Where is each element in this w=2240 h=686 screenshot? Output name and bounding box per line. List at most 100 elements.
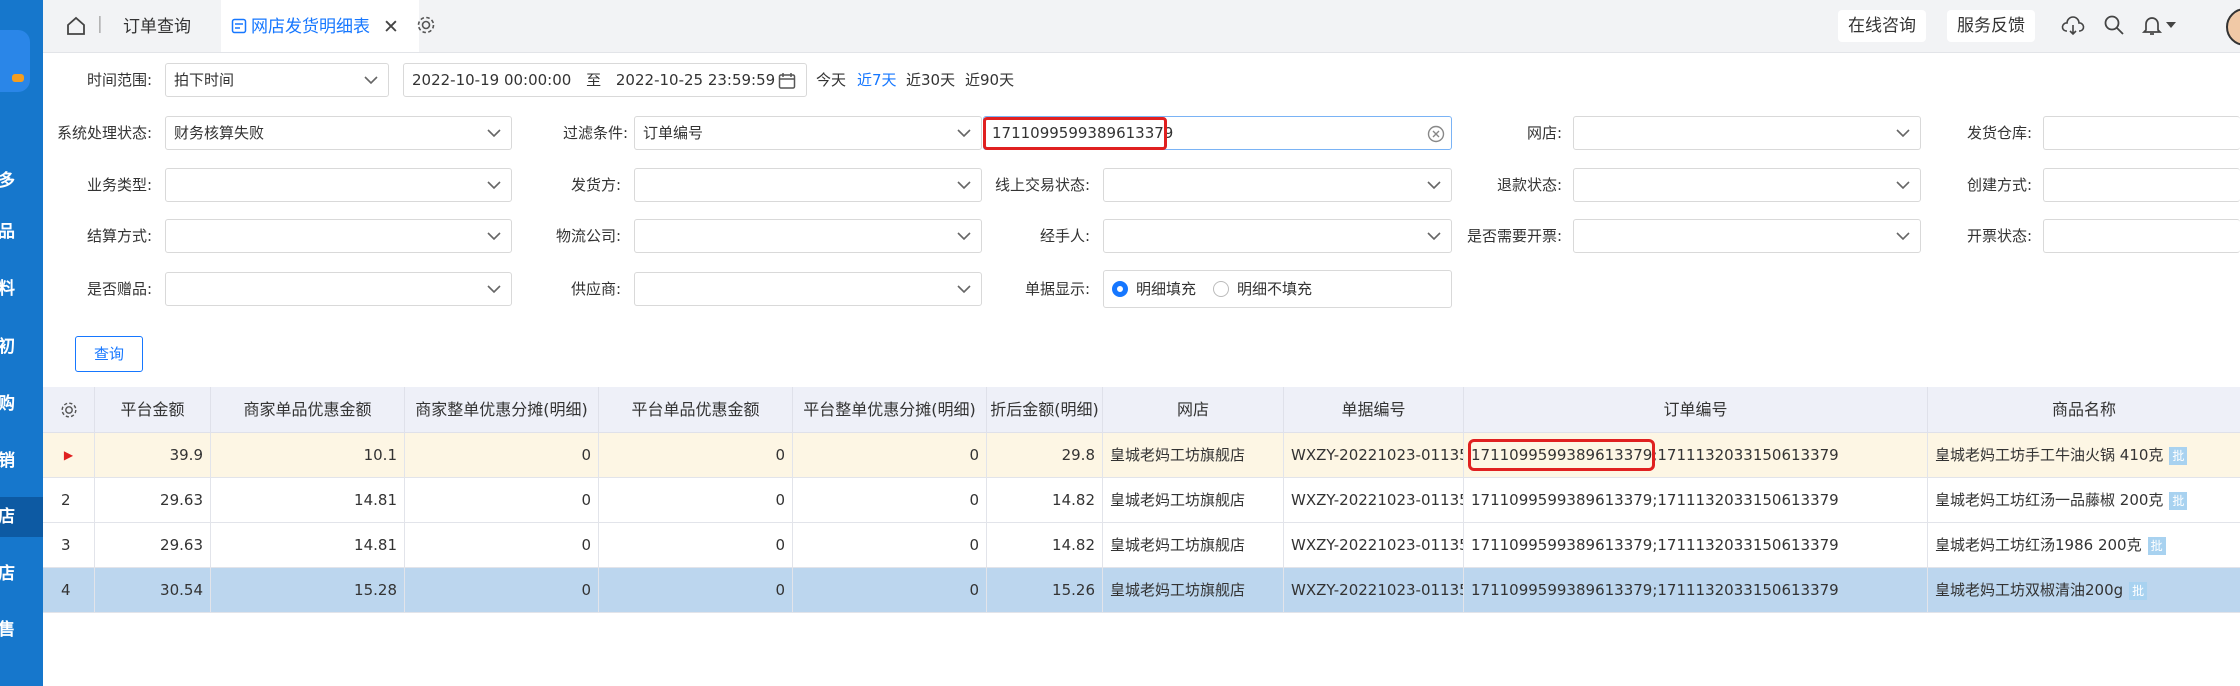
need-invoice-label: 是否需要开票:: [1466, 227, 1562, 245]
chevron-down-icon: [957, 232, 971, 241]
condition-label: 过滤条件:: [562, 124, 628, 142]
column-header[interactable]: 商品名称: [1928, 387, 2240, 433]
chevron-down-icon: [1896, 181, 1910, 190]
table-row[interactable]: 3 29.63 14.81 0 0 0 14.82 皇城老妈工坊旗舰店 WXZY-2022102…: [43, 523, 2240, 568]
column-header[interactable]: 平台金额: [95, 387, 211, 433]
radio-detail-fill-label: 明细填充: [1136, 280, 1197, 298]
clear-icon[interactable]: [1427, 125, 1445, 143]
column-header[interactable]: 单据编号: [1284, 387, 1464, 433]
radio-detail-nofill-label: 明细不填充: [1237, 280, 1313, 298]
online-status-select[interactable]: [1103, 168, 1452, 202]
row-index: 2: [43, 478, 95, 522]
warehouse-select[interactable]: [2043, 116, 2240, 150]
table-cell: WXZY-20221023-01135: [1284, 433, 1464, 477]
quick-7days[interactable]: 近7天: [857, 63, 897, 97]
column-header[interactable]: 折后金额(明细): [987, 387, 1103, 433]
sidebar-item-3[interactable]: 初: [0, 327, 43, 367]
sidebar-item-4[interactable]: 购: [0, 384, 43, 424]
table-cell: WXZY-20221023-01135: [1284, 523, 1464, 567]
sidebar-item-5[interactable]: 销: [0, 441, 43, 481]
bell-icon[interactable]: [2141, 14, 2163, 36]
handler-select[interactable]: [1103, 219, 1452, 253]
product-name: 皇城老妈工坊手工牛油火锅 410克: [1935, 446, 2164, 464]
quick-today[interactable]: 今天: [816, 63, 846, 97]
radio-detail-nofill[interactable]: [1213, 281, 1229, 297]
condition-select[interactable]: 订单编号: [634, 116, 982, 150]
table-cell: 29.63: [95, 478, 211, 522]
product-name-cell: 皇城老妈工坊手工牛油火锅 410克批: [1928, 433, 2240, 477]
table-cell: 10.1: [211, 433, 405, 477]
table-cell: 30.54: [95, 568, 211, 612]
shipper-select[interactable]: [634, 168, 982, 202]
batch-badge[interactable]: 批: [2169, 446, 2188, 465]
chevron-down-icon[interactable]: [2165, 20, 2177, 30]
display-radio-group: 明细填充 明细不填充: [1103, 270, 1452, 308]
is-gift-select[interactable]: [165, 272, 512, 306]
sidebar-item-7[interactable]: 店: [0, 554, 43, 594]
close-icon[interactable]: ✕: [383, 0, 399, 54]
table-row[interactable]: ▶ 39.9 10.1 0 0 0 29.8 皇城老妈工坊旗舰店 WXZY-20221023-0…: [43, 433, 2240, 478]
status-select[interactable]: 财务核算失败: [165, 116, 512, 150]
gear-icon[interactable]: [415, 14, 437, 36]
query-button[interactable]: 查询: [75, 336, 143, 372]
quick-90days[interactable]: 近90天: [965, 63, 1014, 97]
cloud-download-icon[interactable]: [2061, 14, 2085, 38]
time-type-select[interactable]: 拍下时间: [165, 63, 389, 97]
column-settings[interactable]: [43, 387, 95, 433]
home-icon[interactable]: [65, 15, 87, 37]
tab-order-query[interactable]: 订单查询: [123, 0, 191, 52]
avatar[interactable]: [2226, 8, 2240, 46]
chevron-down-icon: [1896, 232, 1910, 241]
search-icon[interactable]: [2103, 14, 2125, 36]
row-index: 4: [43, 568, 95, 612]
current-row-indicator: ▶: [43, 433, 95, 477]
create-mode-select[interactable]: [2043, 168, 2240, 202]
date-range-picker[interactable]: 2022-10-19 00:00:00 至 2022-10-25 23:59:5…: [403, 63, 807, 97]
invoice-status-label: 开票状态:: [1966, 227, 2032, 245]
column-header[interactable]: 网店: [1103, 387, 1284, 433]
table-cell: 14.81: [211, 523, 405, 567]
sidebar-item-6[interactable]: 店: [0, 497, 43, 537]
gear-icon[interactable]: [59, 400, 79, 420]
batch-badge[interactable]: 批: [2169, 491, 2188, 510]
left-sidebar: 多 品 料 初 购 销 店 店 售: [0, 0, 43, 686]
app-logo[interactable]: [0, 30, 30, 92]
settle-select[interactable]: [165, 219, 512, 253]
row-index: 3: [43, 523, 95, 567]
data-grid: 平台金额 商家单品优惠金额 商家整单优惠分摊(明细) 平台单品优惠金额 平台整单…: [43, 387, 2240, 686]
column-header[interactable]: 商家单品优惠金额: [211, 387, 405, 433]
table-cell: 皇城老妈工坊旗舰店: [1103, 433, 1284, 477]
logistics-select[interactable]: [634, 219, 982, 253]
radio-detail-fill[interactable]: [1112, 281, 1128, 297]
status-label: 系统处理状态:: [56, 124, 152, 142]
column-header[interactable]: 订单编号: [1464, 387, 1928, 433]
biz-type-select[interactable]: [165, 168, 512, 202]
column-header[interactable]: 平台整单优惠分摊(明细): [793, 387, 987, 433]
service-feedback-button[interactable]: 服务反馈: [1947, 10, 2035, 42]
tab-shop-shipping-detail[interactable]: 网店发货明细表 ✕: [221, 0, 419, 52]
chevron-down-icon: [957, 129, 971, 138]
chevron-down-icon: [487, 181, 501, 190]
table-cell: 皇城老妈工坊旗舰店: [1103, 568, 1284, 612]
quick-30days[interactable]: 近30天: [906, 63, 955, 97]
sidebar-item-8[interactable]: 售: [0, 610, 43, 650]
sidebar-item-1[interactable]: 品: [0, 212, 43, 252]
refund-status-label: 退款状态:: [1496, 176, 1562, 194]
order-number-highlight: [983, 117, 1167, 150]
sidebar-item-0[interactable]: 多: [0, 161, 43, 201]
table-row[interactable]: 4 30.54 15.28 0 0 0 15.26 皇城老妈工坊旗舰店 WXZY-2022102…: [43, 568, 2240, 613]
need-invoice-select[interactable]: [1573, 219, 1921, 253]
batch-badge[interactable]: 批: [2129, 581, 2148, 600]
invoice-status-select[interactable]: [2043, 219, 2240, 253]
column-header[interactable]: 商家整单优惠分摊(明细): [405, 387, 599, 433]
column-header[interactable]: 平台单品优惠金额: [599, 387, 793, 433]
table-cell: WXZY-20221023-01135: [1284, 568, 1464, 612]
supplier-select[interactable]: [634, 272, 982, 306]
shop-select[interactable]: [1573, 116, 1921, 150]
table-row[interactable]: 2 29.63 14.81 0 0 0 14.82 皇城老妈工坊旗舰店 WXZY-2022102…: [43, 478, 2240, 523]
product-name-cell: 皇城老妈工坊红汤1986 200克批: [1928, 523, 2240, 567]
refund-status-select[interactable]: [1573, 168, 1921, 202]
sidebar-item-2[interactable]: 料: [0, 269, 43, 309]
online-consult-button[interactable]: 在线咨询: [1838, 10, 1926, 42]
batch-badge[interactable]: 批: [2147, 536, 2166, 555]
